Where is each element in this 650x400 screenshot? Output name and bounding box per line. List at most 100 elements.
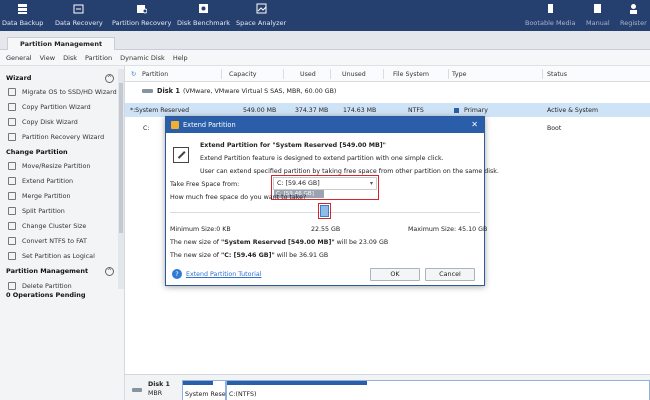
manual-button[interactable]: Manual [586,2,610,30]
new-size-c: The new size of "C: [59.46 GB]" will be … [170,252,328,259]
item-partition-recovery-wizard[interactable]: Partition Recovery Wizard [8,133,104,141]
table-row[interactable]: *:System Reserved 549.00 MB 374.37 MB 17… [125,103,650,117]
copy-disk-icon [8,118,16,126]
menu-help[interactable]: Help [173,54,188,62]
disk-label: Disk 1 [157,87,180,95]
help-icon[interactable]: ? [172,269,182,279]
primary-color-swatch [454,108,459,113]
disk-map-icon [132,388,142,392]
close-icon[interactable]: ✕ [471,117,478,133]
item-migrate-os[interactable]: Migrate OS to SSD/HD Wizard [8,88,117,96]
item-delete-partition[interactable]: Delete Partition [8,282,72,290]
dialog-app-icon [171,121,179,129]
bootable-media-label: Bootable Media [525,19,576,27]
tab-partition-management[interactable]: Partition Management [7,37,116,50]
col-file-system[interactable]: File System [393,71,429,78]
dialog-desc-1: Extend Partition feature is designed to … [200,155,444,162]
dialog-heading: Extend Partition for "System Reserved [5… [200,142,386,149]
menu-bar: General View Disk Partition Dynamic Disk… [0,50,650,66]
scroll-thumb[interactable] [119,83,123,233]
bootable-media-button[interactable]: Bootable Media [525,2,575,30]
partition-recovery-wizard-icon [8,133,16,141]
item-merge-partition[interactable]: Merge Partition [8,192,71,200]
new-size-c-name: "C: [59.46 GB]" [221,252,275,259]
convert-icon [8,237,16,245]
item-label: Migrate OS to SSD/HD Wizard [22,88,117,96]
disk-map-segment-system[interactable]: System Rese [182,380,226,400]
merge-icon [8,192,16,200]
space-analyzer-label: Space Analyzer [236,19,287,27]
item-label: Split Partition [22,207,65,215]
menu-general[interactable]: General [6,54,32,62]
take-space-label: Take Free Space from: [170,181,240,188]
delete-icon [8,282,16,290]
space-analyzer-button[interactable]: Space Analyzer [236,2,286,30]
col-unused[interactable]: Unused [342,71,366,78]
new-size-c-value: will be 36.91 GB [274,252,329,259]
col-separator [383,69,384,79]
dialog-titlebar: Extend Partition ✕ [166,117,484,133]
disk-map-label: Disk 1 [148,381,170,388]
item-label: Change Cluster Size [22,222,87,230]
partition-recovery-label: Partition Recovery [112,19,172,27]
data-recovery-label: Data Recovery [55,19,103,27]
item-split-partition[interactable]: Split Partition [8,207,65,215]
disk-header-row[interactable]: Disk 1 (VMware, VMware Virtual S SAS, MB… [142,87,336,95]
item-set-logical[interactable]: Set Partition as Logical [8,252,95,260]
disk-benchmark-button[interactable]: Disk Benchmark [177,2,230,30]
left-scrollbar[interactable] [118,69,124,289]
collapse-wizard-icon[interactable]: ^ [105,74,114,83]
col-used[interactable]: Used [300,71,316,78]
tutorial-link[interactable]: Extend Partition Tutorial [186,271,261,278]
cell-status: Boot [547,125,562,132]
partition-recovery-button[interactable]: Partition Recovery [112,2,171,30]
cell-status: Active & System [547,107,598,114]
move-resize-icon [8,162,16,170]
item-copy-partition[interactable]: Copy Partition Wizard [8,103,91,111]
how-much-label: How much free space do you want to take? [170,194,307,201]
register-button[interactable]: Register [620,2,647,30]
mid-size-value: 22.55 GB [311,226,341,233]
min-size-label: Minimum Size:0 KB [170,226,231,233]
item-change-cluster-size[interactable]: Change Cluster Size [8,222,86,230]
data-recovery-button[interactable]: Data Recovery [55,2,103,30]
item-label: Merge Partition [22,192,71,200]
segment-label: System Rese [185,391,226,398]
refresh-icon[interactable]: ↻ [131,71,136,78]
menu-view[interactable]: View [40,54,55,62]
pending-operations: 0 Operations Pending [6,291,86,299]
cancel-button[interactable]: Cancel [425,268,475,281]
cell-fs: NTFS [408,107,424,114]
cell-used: 374.37 MB [295,107,329,114]
item-copy-disk[interactable]: Copy Disk Wizard [8,118,78,126]
menu-disk[interactable]: Disk [63,54,77,62]
item-extend-partition[interactable]: Extend Partition [8,177,73,185]
col-separator [448,69,449,79]
item-label: Move/Resize Partition [22,162,91,170]
item-label: Delete Partition [22,282,72,290]
space-analyzer-icon [255,2,268,14]
collapse-manage-icon[interactable]: ^ [105,267,114,276]
left-panel: Wizard ^ Migrate OS to SSD/HD Wizard Cop… [0,66,125,400]
new-size-prefix: The new size of [170,252,222,259]
disk-map-scheme: MBR [148,390,163,397]
col-type[interactable]: Type [452,71,466,78]
manual-icon [591,2,604,14]
disk-benchmark-icon [197,2,210,14]
disk-map-segment-c[interactable]: C:(NTFS) [226,380,650,400]
item-label: Copy Partition Wizard [22,103,91,111]
logical-icon [8,252,16,260]
item-label: Set Partition as Logical [22,252,95,260]
item-convert-ntfs-fat[interactable]: Convert NTFS to FAT [8,237,87,245]
col-partition[interactable]: Partition [142,71,168,78]
menu-dynamic-disk[interactable]: Dynamic Disk [120,54,165,62]
data-backup-button[interactable]: Data Backup [2,2,43,30]
menu-partition[interactable]: Partition [85,54,112,62]
item-move-resize[interactable]: Move/Resize Partition [8,162,90,170]
col-separator [542,69,543,79]
col-status[interactable]: Status [547,71,567,78]
col-capacity[interactable]: Capacity [229,71,257,78]
manage-section-title: Partition Management [6,267,89,275]
ok-button[interactable]: OK [370,268,420,281]
item-label: Partition Recovery Wizard [22,133,105,141]
